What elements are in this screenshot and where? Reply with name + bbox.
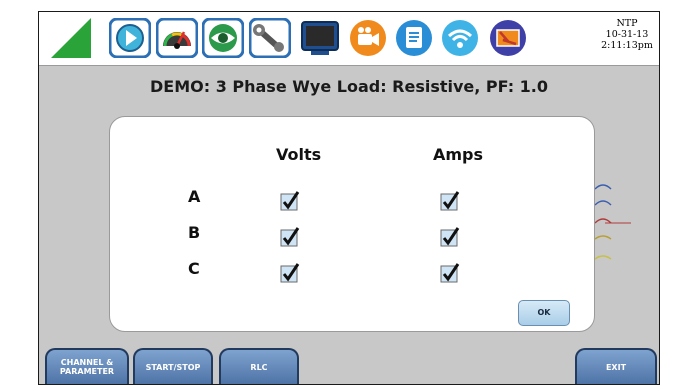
amps-column-header: Amps <box>433 145 484 164</box>
rlc-button[interactable]: RLC <box>219 348 299 384</box>
eye-icon[interactable] <box>202 18 244 58</box>
exit-button[interactable]: EXIT <box>575 348 657 384</box>
background-wiring-graphic <box>594 184 631 260</box>
page-title: DEMO: 3 Phase Wye Load: Resistive, PF: 1… <box>149 77 549 96</box>
channel-select-dialog: Volts Amps A B C OK <box>109 116 595 332</box>
volts-b-checkbox[interactable] <box>280 227 300 247</box>
wrench-icon[interactable] <box>249 18 291 58</box>
ok-button[interactable]: OK <box>518 300 570 326</box>
document-icon[interactable] <box>393 18 435 58</box>
logo-triangle-icon <box>51 18 91 58</box>
channel-label-line1: CHANNEL & <box>60 358 114 367</box>
amps-c-checkbox[interactable] <box>440 263 460 283</box>
gauge-icon[interactable] <box>156 18 198 58</box>
top-toolbar: NTP 10-31-13 2:11:13pm <box>39 12 659 66</box>
volts-c-checkbox[interactable] <box>280 263 300 283</box>
phase-c-label: C <box>188 259 200 278</box>
start-stop-button[interactable]: START/STOP <box>133 348 213 384</box>
alert-icon[interactable] <box>487 18 529 58</box>
monitor-icon[interactable] <box>299 18 341 58</box>
camera-icon[interactable] <box>347 18 389 58</box>
phase-b-label: B <box>188 223 201 242</box>
phase-a-label: A <box>188 187 201 206</box>
wifi-icon[interactable] <box>439 18 481 58</box>
channel-label-line2: PARAMETER <box>59 367 115 376</box>
ntp-datetime: NTP 10-31-13 2:11:13pm <box>601 18 653 51</box>
time-display: 2:11:13pm <box>601 40 653 51</box>
amps-a-checkbox[interactable] <box>440 191 460 211</box>
date-display: 10-31-13 <box>605 29 649 40</box>
channel-parameter-button[interactable]: CHANNEL & PARAMETER <box>45 348 129 384</box>
volts-a-checkbox[interactable] <box>280 191 300 211</box>
device-screen: NTP 10-31-13 2:11:13pm DEMO: 3 Phase Wye… <box>38 11 660 385</box>
amps-b-checkbox[interactable] <box>440 227 460 247</box>
sync-source: NTP <box>616 18 638 29</box>
play-icon[interactable] <box>109 18 151 58</box>
volts-column-header: Volts <box>276 145 322 164</box>
